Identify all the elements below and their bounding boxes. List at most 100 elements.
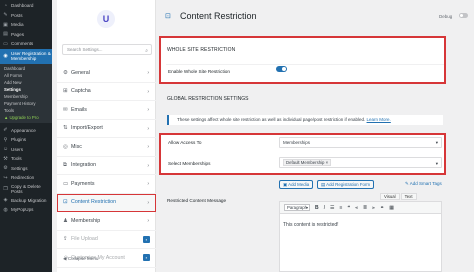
page-icon: ▤ <box>3 31 8 38</box>
popup-icon: ◍ <box>3 206 8 213</box>
search-icon: ⌕ <box>145 48 148 54</box>
italic-icon[interactable]: I <box>324 205 325 211</box>
chevron-right-icon: › <box>147 125 149 132</box>
allow-access-select[interactable]: Memberships ▾ <box>279 137 442 148</box>
submenu-all-forms[interactable]: All Forms <box>0 72 52 79</box>
toolbar-toggle-icon[interactable]: ▦ <box>389 205 394 211</box>
submenu-upgrade-to-pro[interactable]: ▲ Upgrade to Pro <box>0 114 52 121</box>
blockquote-icon[interactable]: ❝ <box>347 205 350 211</box>
align-center-icon[interactable]: ≣ <box>363 205 367 211</box>
nav-integration[interactable]: ⧉ Integration › <box>57 157 156 175</box>
bullet-list-icon[interactable]: ☰ <box>330 205 334 211</box>
align-right-icon[interactable]: ⫸ <box>372 205 375 211</box>
select-memberships-input[interactable]: Default Membership × ▾ <box>279 157 442 168</box>
chevron-right-icon: › <box>147 88 149 95</box>
restricted-message-editor[interactable]: Paragraph B I ☰ ≡ ❝ ⫷ ≣ ⫸ ⚭ ▦ This conte… <box>279 201 442 272</box>
submenu-dashboard[interactable]: Dashboard <box>0 65 52 72</box>
wp-menu-media[interactable]: ▣ Media <box>0 20 52 30</box>
wp-menu-backup[interactable]: ◈ Backup Migration <box>0 196 52 206</box>
editor-mode-tabs: Visual Text <box>379 193 417 200</box>
main-content: ⊡ Content Restriction Debug WHOLE SITE R… <box>157 0 474 272</box>
chevron-right-icon: › <box>147 70 149 76</box>
media-icon: ▣ <box>3 21 8 28</box>
chevron-right-icon: › <box>147 181 149 187</box>
wp-submenu: Dashboard All Forms Add New Settings Mem… <box>0 63 52 123</box>
link-icon[interactable]: ⚭ <box>380 205 384 211</box>
chevron-right-icon: › <box>147 144 149 150</box>
chevron-down-icon: ▾ <box>435 161 438 166</box>
paragraph-format-select[interactable]: Paragraph <box>284 204 310 211</box>
page-title: Content Restriction <box>180 11 257 21</box>
wp-admin-sidebar: ◔ Dashboard ✎ Posts ▣ Media ▤ Pages ▭ Comment… <box>0 0 52 272</box>
editor-content[interactable]: This content is restricted! <box>280 214 441 228</box>
bold-icon[interactable]: B <box>315 205 319 211</box>
nav-content-restriction[interactable]: ⊡ Content Restriction › <box>57 193 156 212</box>
membership-tag[interactable]: Default Membership × <box>283 159 332 166</box>
misc-icon: ◎ <box>63 143 68 150</box>
content-restriction-icon: ⊡ <box>165 13 171 20</box>
wp-menu-dashboard[interactable]: ◔ Dashboard <box>0 1 52 11</box>
gear-icon: ⚙ <box>63 69 68 76</box>
wp-menu-mypopups[interactable]: ◍ MyPopUps <box>0 205 52 215</box>
add-smart-tags-button[interactable]: ✎ Add Smart Tags <box>405 181 442 187</box>
debug-label: Debug <box>439 14 453 19</box>
settings-panel: U Search Settings... ⌕ ⚙ General › ⊞ Captch… <box>57 0 156 272</box>
remove-tag-icon[interactable]: × <box>326 160 329 165</box>
dashboard-icon: ◔ <box>3 2 8 9</box>
nav-payments[interactable]: ▭ Payments › <box>57 175 156 194</box>
upload-icon: ⇪ <box>63 236 68 243</box>
numbered-list-icon[interactable]: ≡ <box>340 205 343 211</box>
settings-nav: ⚙ General › ⊞ Captcha › ✉ Emails › ⇅ Import/Exp… <box>57 64 156 268</box>
import-export-icon: ⇅ <box>63 125 68 132</box>
plugin-logo: U <box>97 10 115 28</box>
submenu-settings[interactable]: Settings <box>0 86 52 93</box>
membership-icon: ♟ <box>63 217 68 224</box>
settings-search-input[interactable]: Search Settings... ⌕ <box>62 44 152 55</box>
nav-captcha[interactable]: ⊞ Captcha › <box>57 83 156 101</box>
tab-visual[interactable]: Visual <box>380 193 400 200</box>
pro-lock-icon: ▪ <box>143 235 150 243</box>
user-registration-icon: ◉ <box>3 53 8 59</box>
nav-general[interactable]: ⚙ General › <box>57 64 156 83</box>
envelope-icon: ✉ <box>63 106 68 113</box>
submenu-add-new[interactable]: Add New <box>0 79 52 86</box>
wp-menu-settings[interactable]: ⚙ Settings <box>0 164 52 174</box>
wp-menu-users[interactable]: ☺ Users <box>0 145 52 155</box>
allow-access-label: Allow Access To <box>168 140 202 145</box>
add-media-button[interactable]: ▣ Add Media <box>279 180 314 189</box>
submenu-membership[interactable]: Membership <box>0 93 52 100</box>
wp-menu-comments[interactable]: ▭ Comments <box>0 39 52 49</box>
tab-text[interactable]: Text <box>400 193 417 200</box>
submenu-payment-history[interactable]: Payment History <box>0 100 52 107</box>
nav-emails[interactable]: ✉ Emails › <box>57 101 156 120</box>
wp-menu-tools[interactable]: ⚒ Tools <box>0 154 52 164</box>
wp-menu-pages[interactable]: ▤ Pages <box>0 30 52 40</box>
submenu-tools[interactable]: Tools <box>0 107 52 114</box>
nav-misc[interactable]: ◎ Misc › <box>57 138 156 157</box>
wp-menu-user-registration[interactable]: ◉ User Registration & Membership <box>0 48 52 64</box>
wp-menu-posts[interactable]: ✎ Posts <box>0 11 52 21</box>
align-left-icon[interactable]: ⫷ <box>355 205 358 211</box>
chevron-right-icon: › <box>147 107 149 113</box>
payments-icon: ▭ <box>63 180 69 187</box>
backup-icon: ◈ <box>3 197 8 204</box>
wp-menu-copy-delete[interactable]: ❐ Copy & Delete Posts <box>0 183 52 196</box>
wp-menu-appearance[interactable]: ✐ Appearance <box>0 126 52 136</box>
add-registration-form-button[interactable]: ▤ Add Registration Form <box>317 180 375 189</box>
collapse-menu[interactable]: ◀ Collapse Menu <box>63 256 98 262</box>
learn-more-link[interactable]: Learn More. <box>367 117 391 122</box>
lock-icon: ⊡ <box>63 199 68 206</box>
comment-icon: ▭ <box>3 40 8 47</box>
enable-whole-site-toggle[interactable] <box>276 66 287 72</box>
chevron-right-icon: › <box>147 218 149 224</box>
enable-row: Enable Whole Site Restriction <box>166 64 444 78</box>
restricted-message-label: Restricted Content Message <box>167 198 227 203</box>
nav-import-export[interactable]: ⇅ Import/Export › <box>57 120 156 138</box>
nav-membership[interactable]: ♟ Membership › <box>57 212 156 231</box>
pin-icon: ✎ <box>3 12 8 19</box>
wp-menu-plugins[interactable]: ⚲ Plugins <box>0 135 52 145</box>
debug-toggle[interactable] <box>459 13 468 18</box>
nav-file-upload[interactable]: ⇪ File Upload ▪ <box>57 231 156 249</box>
wp-menu-redirection[interactable]: ↪ Redirection <box>0 173 52 183</box>
pro-lock-icon: ▪ <box>143 254 150 261</box>
